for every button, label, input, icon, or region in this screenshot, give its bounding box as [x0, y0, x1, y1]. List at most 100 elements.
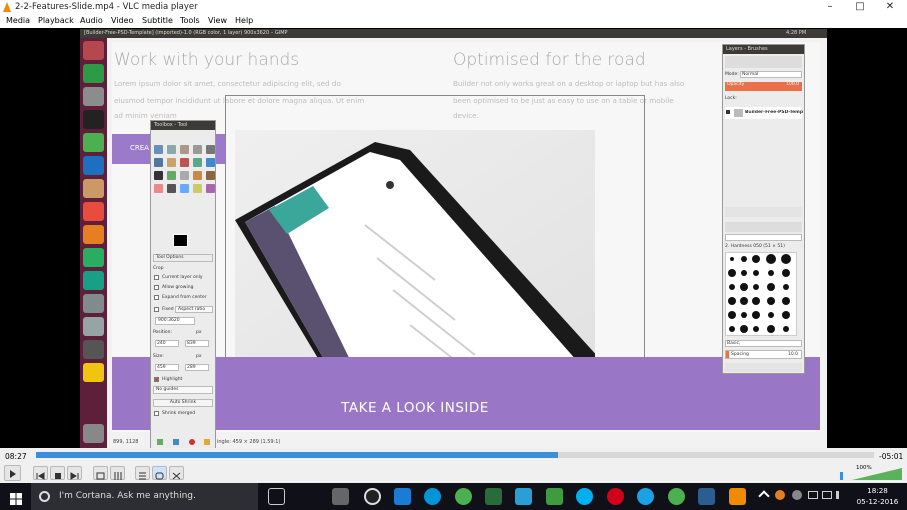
- menu-audio[interactable]: Audio: [80, 16, 103, 25]
- position-x-field[interactable]: 240: [155, 340, 179, 347]
- sheets-icon[interactable]: [546, 488, 563, 505]
- explorer-icon[interactable]: [515, 488, 532, 505]
- rotate-tool-icon[interactable]: [180, 158, 189, 167]
- clone-tool-icon[interactable]: [180, 184, 189, 193]
- chat-icon[interactable]: [637, 488, 654, 505]
- playlist-button[interactable]: [135, 466, 150, 480]
- foreground-color-swatch[interactable]: [173, 234, 188, 247]
- lasso-tool-icon[interactable]: [180, 145, 189, 154]
- taskbar-clock[interactable]: 18:28 05-12-2016: [850, 485, 905, 507]
- maximize-button[interactable]: □: [845, 0, 875, 14]
- brush-grid[interactable]: [725, 252, 797, 336]
- chrome-launcher-icon[interactable]: [83, 64, 104, 83]
- task-view-icon[interactable]: [268, 488, 285, 505]
- menu-subtitle[interactable]: Subtitle: [142, 16, 173, 25]
- menu-playback[interactable]: Playback: [38, 16, 74, 25]
- tray-app-icon[interactable]: [775, 490, 785, 500]
- apps-grid-launcher-icon[interactable]: [83, 202, 104, 221]
- gimp-launcher-icon[interactable]: [83, 317, 104, 336]
- brush-tool-icon[interactable]: [206, 171, 215, 180]
- extended-settings-button[interactable]: [110, 466, 125, 480]
- edge-icon[interactable]: [394, 488, 411, 505]
- eraser-tool-icon[interactable]: [154, 184, 163, 193]
- layer-row[interactable]: Builder-Free-PSD-Temp: [725, 107, 803, 119]
- airbrush-tool-icon[interactable]: [167, 184, 176, 193]
- fullscreen-button[interactable]: [93, 466, 108, 480]
- battery-icon[interactable]: [822, 491, 832, 499]
- trash-launcher-icon[interactable]: [83, 424, 104, 443]
- start-button[interactable]: [10, 490, 22, 505]
- settings-launcher-icon[interactable]: [83, 179, 104, 198]
- speaker-icon[interactable]: [840, 472, 848, 480]
- play-button[interactable]: [4, 465, 21, 481]
- app6-launcher-icon[interactable]: [83, 294, 104, 313]
- drive-launcher-icon[interactable]: [83, 340, 104, 359]
- minimize-button[interactable]: –: [815, 0, 845, 14]
- dodge-tool-icon[interactable]: [206, 184, 215, 193]
- visibility-eye-icon[interactable]: [726, 110, 730, 114]
- menu-view[interactable]: View: [208, 16, 227, 25]
- close-button[interactable]: ✕: [875, 0, 905, 14]
- position-y-field[interactable]: 839: [185, 340, 209, 347]
- virtualbox-icon[interactable]: [698, 488, 715, 505]
- scale-tool-icon[interactable]: [193, 158, 202, 167]
- files-launcher-icon[interactable]: [83, 87, 104, 106]
- guides-select[interactable]: No guides: [153, 386, 213, 394]
- ubuntu-dash-icon[interactable]: [83, 41, 104, 60]
- media-app-icon[interactable]: [364, 488, 381, 505]
- size-h-field[interactable]: 289: [185, 364, 209, 371]
- brush-tag-field[interactable]: Basic,: [725, 340, 802, 347]
- fixed-checkbox[interactable]: [154, 307, 159, 312]
- wifi-icon[interactable]: [808, 491, 818, 499]
- app3-launcher-icon[interactable]: [83, 225, 104, 244]
- menu-media[interactable]: Media: [6, 16, 30, 25]
- fuzzy-select-tool-icon[interactable]: [193, 145, 202, 154]
- layer-actions-bar[interactable]: [725, 207, 802, 217]
- menu-tools[interactable]: Tools: [180, 16, 200, 25]
- allow-growing-checkbox[interactable]: [154, 285, 159, 290]
- crop-tool-icon[interactable]: [167, 158, 176, 167]
- chrome-icon[interactable]: [455, 488, 472, 505]
- brushes-tabs[interactable]: [725, 222, 802, 232]
- ratio-field[interactable]: 900:3620: [155, 317, 195, 325]
- next-button[interactable]: [67, 466, 82, 480]
- rect-select-tool-icon[interactable]: [154, 145, 163, 154]
- shrink-merged-checkbox[interactable]: [154, 411, 159, 416]
- app2-launcher-icon[interactable]: [83, 156, 104, 175]
- zoom-tool-icon[interactable]: [206, 145, 215, 154]
- text-tool-icon[interactable]: [154, 171, 163, 180]
- layers-tabs[interactable]: [725, 56, 802, 68]
- stop-button[interactable]: [50, 466, 65, 480]
- vlc-taskbar-icon[interactable]: [729, 488, 746, 505]
- app4-launcher-icon[interactable]: [83, 248, 104, 267]
- app5-launcher-icon[interactable]: [83, 271, 104, 290]
- store-icon[interactable]: [332, 488, 349, 505]
- chrome-2-icon[interactable]: [668, 488, 685, 505]
- brush-filter-input[interactable]: [725, 234, 802, 241]
- volume-tray-icon[interactable]: [836, 491, 844, 499]
- brush-actions-bar[interactable]: [725, 363, 802, 372]
- loop-button[interactable]: [152, 466, 167, 480]
- menu-video[interactable]: Video: [111, 16, 133, 25]
- hp-icon[interactable]: [424, 488, 441, 505]
- opera-icon[interactable]: [607, 488, 624, 505]
- move-tool-icon[interactable]: [154, 158, 163, 167]
- app-launcher-icon[interactable]: [83, 133, 104, 152]
- shear-tool-icon[interactable]: [206, 158, 215, 167]
- tray-app2-icon[interactable]: [792, 490, 802, 500]
- app-taskbar-icon[interactable]: [485, 488, 502, 505]
- tool-options-tab[interactable]: Tool Options: [153, 254, 213, 262]
- ellipse-select-tool-icon[interactable]: [167, 145, 176, 154]
- expand-center-checkbox[interactable]: [154, 295, 159, 300]
- opacity-slider[interactable]: Opacity 100.0: [725, 82, 802, 91]
- cortana-search[interactable]: I'm Cortana. Ask me anything.: [31, 483, 258, 510]
- auto-shrink-button[interactable]: Auto Shrink: [153, 399, 213, 407]
- highlight-checkbox[interactable]: [154, 377, 159, 382]
- current-layer-checkbox[interactable]: [154, 275, 159, 280]
- layer-name[interactable]: Builder-Free-PSD-Temp: [745, 110, 803, 115]
- mode-select[interactable]: Normal: [740, 71, 802, 78]
- remaining-time[interactable]: -05:01: [879, 452, 903, 461]
- bucket-tool-icon[interactable]: [167, 171, 176, 180]
- notes-launcher-icon[interactable]: [83, 363, 104, 382]
- smudge-tool-icon[interactable]: [193, 184, 202, 193]
